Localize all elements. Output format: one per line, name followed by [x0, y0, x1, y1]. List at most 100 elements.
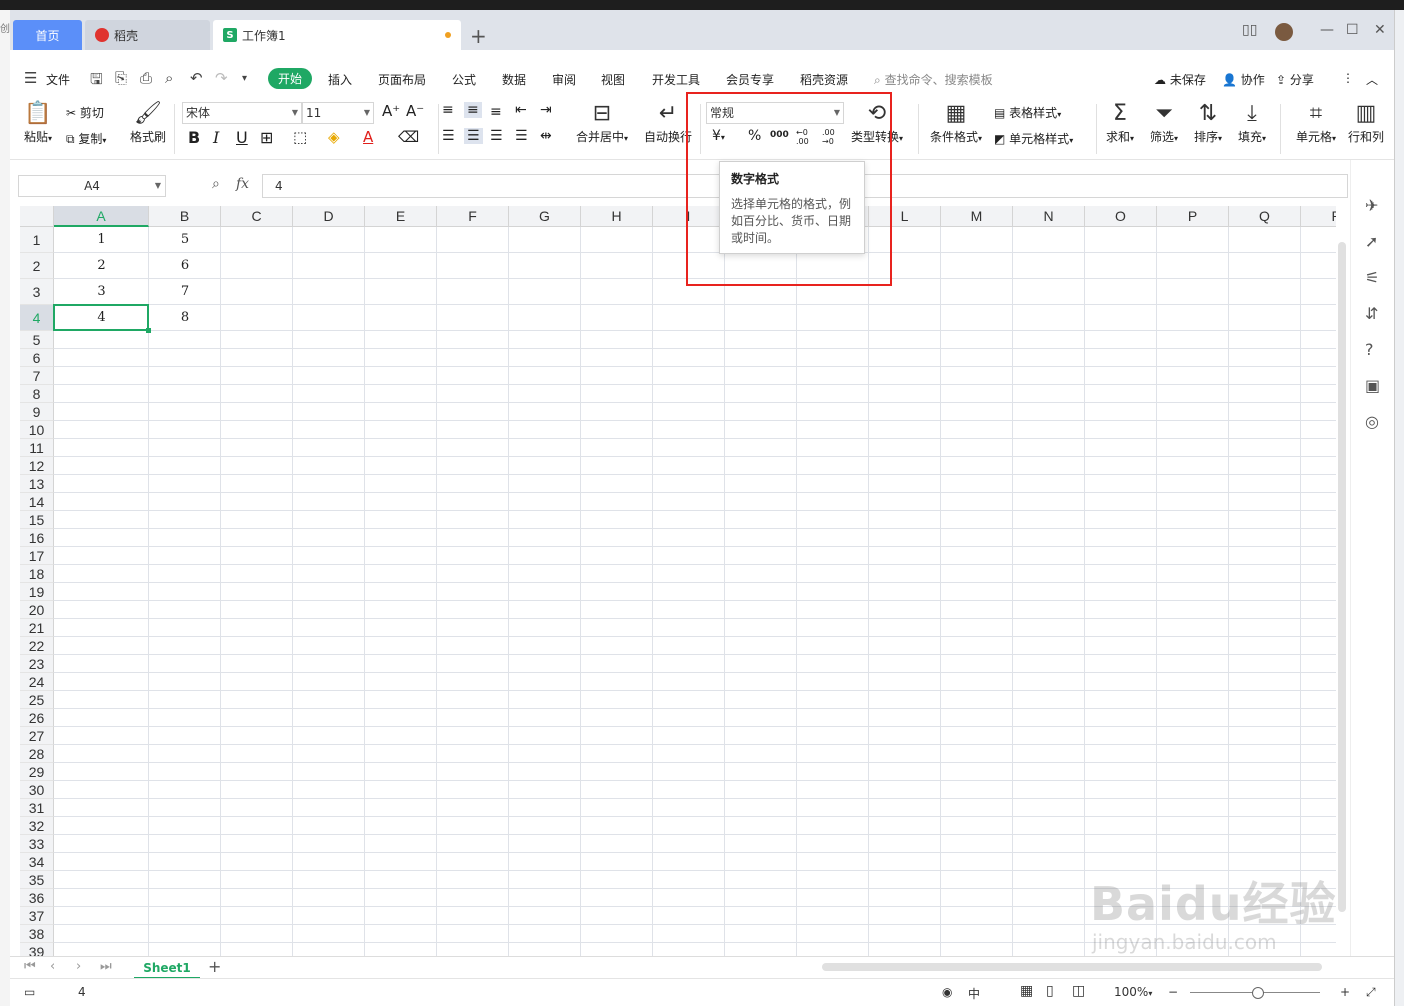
row-header-37[interactable]: 37 — [20, 907, 54, 925]
vertical-scroll-thumb[interactable] — [1338, 242, 1346, 912]
row-header-2[interactable]: 2 — [20, 253, 54, 279]
cell-button[interactable]: ⌗ 单元格▾ — [1290, 100, 1342, 145]
underline-icon[interactable]: U — [236, 128, 248, 147]
menu-member[interactable]: 会员专享 — [726, 71, 774, 88]
column-header-p[interactable]: P — [1157, 206, 1229, 227]
vertical-scrollbar[interactable] — [1336, 206, 1348, 956]
row-header-35[interactable]: 35 — [20, 871, 54, 889]
cell-b2[interactable]: 6 — [149, 253, 221, 279]
row-header-16[interactable]: 16 — [20, 529, 54, 547]
type-convert-button[interactable]: ⟲ 类型转换▾ — [846, 100, 908, 145]
zoom-in-icon[interactable]: + — [1340, 985, 1350, 999]
share-button[interactable]: ⇪ 分享 — [1276, 71, 1314, 88]
zoom-level[interactable]: 100%▾ — [1114, 985, 1152, 999]
increase-decimal-icon[interactable]: ←0 .00 — [796, 128, 814, 146]
percent-icon[interactable]: % — [748, 128, 761, 144]
tab-docer[interactable]: 稻壳 — [85, 20, 210, 50]
last-sheet-icon[interactable]: ⏭ — [100, 959, 112, 974]
cut-button[interactable]: ✂ 剪切 — [66, 104, 104, 121]
row-header-34[interactable]: 34 — [20, 853, 54, 871]
decrease-font-icon[interactable]: A⁻ — [406, 102, 424, 120]
row-header-20[interactable]: 20 — [20, 601, 54, 619]
row-header-24[interactable]: 24 — [20, 673, 54, 691]
cell-style-button[interactable]: ◩ 单元格样式▾ — [994, 130, 1073, 147]
menu-file[interactable]: 文件 — [46, 71, 70, 88]
row-header-25[interactable]: 25 — [20, 691, 54, 709]
row-header-3[interactable]: 3 — [20, 279, 54, 305]
align-right-icon[interactable]: ☰ — [490, 128, 503, 144]
row-header-21[interactable]: 21 — [20, 619, 54, 637]
menu-formulas[interactable]: 公式 — [452, 71, 476, 88]
row-header-18[interactable]: 18 — [20, 565, 54, 583]
row-header-26[interactable]: 26 — [20, 709, 54, 727]
row-header-12[interactable]: 12 — [20, 457, 54, 475]
italic-icon[interactable]: I — [213, 128, 219, 147]
cell-b1[interactable]: 5 — [149, 227, 221, 253]
column-header-h[interactable]: H — [581, 206, 653, 227]
select-all-corner[interactable] — [20, 206, 54, 227]
row-header-14[interactable]: 14 — [20, 493, 54, 511]
plugin-icon[interactable]: ◎ — [1365, 412, 1379, 431]
row-header-5[interactable]: 5 — [20, 331, 54, 349]
merge-center-button[interactable]: ⊟ 合并居中▾ — [570, 100, 634, 145]
spreadsheet-grid[interactable]: ABCDEFGHIJKLMNOPQR1234567891011121314151… — [20, 206, 1336, 956]
column-header-g[interactable]: G — [509, 206, 581, 227]
number-format-select[interactable]: 常规 ▼ — [706, 102, 844, 124]
command-search[interactable]: ⌕ 查找命令、搜索模板 — [874, 71, 993, 88]
row-header-10[interactable]: 10 — [20, 421, 54, 439]
row-header-9[interactable]: 9 — [20, 403, 54, 421]
unsaved-button[interactable]: ☁ 未保存 — [1154, 71, 1206, 88]
menu-page-layout[interactable]: 页面布局 — [378, 71, 426, 88]
paste-button[interactable]: 📋 粘贴▾ — [20, 100, 56, 145]
align-bottom-icon[interactable]: ≡ — [490, 104, 502, 120]
column-header-l[interactable]: L — [869, 206, 941, 227]
hamburger-icon[interactable]: ☰ — [24, 69, 37, 87]
sort-button[interactable]: ⇅ 排序▾ — [1190, 100, 1226, 145]
column-header-i[interactable]: I — [653, 206, 725, 227]
row-header-28[interactable]: 28 — [20, 745, 54, 763]
page-break-view-icon[interactable]: ◫ — [1072, 983, 1085, 999]
collapse-ribbon-icon[interactable]: ︿ — [1366, 71, 1378, 88]
quick-access-more-icon[interactable]: ▾ — [242, 73, 247, 84]
decrease-indent-icon[interactable]: ⇤ — [515, 102, 527, 118]
sheet-tab-sheet1[interactable]: Sheet1 — [134, 957, 200, 979]
name-box[interactable]: A4 ▼ — [18, 175, 166, 197]
menu-docer-resources[interactable]: 稻壳资源 — [800, 71, 848, 88]
fullscreen-icon[interactable]: ⤢ — [1366, 985, 1376, 1000]
cell-a3[interactable]: 3 — [54, 279, 149, 305]
column-header-c[interactable]: C — [221, 206, 293, 227]
print-icon[interactable]: ⎙ — [140, 69, 152, 87]
cell-fill-pattern-icon[interactable]: ⬚ — [293, 128, 307, 146]
row-col-button[interactable]: ▥ 行和列 — [1346, 100, 1386, 145]
cell-b3[interactable]: 7 — [149, 279, 221, 305]
format-painter-button[interactable]: 🖌 格式刷 — [128, 100, 168, 145]
row-header-31[interactable]: 31 — [20, 799, 54, 817]
row-header-33[interactable]: 33 — [20, 835, 54, 853]
row-header-39[interactable]: 39 — [20, 943, 54, 956]
table-style-button[interactable]: ▤ 表格样式▾ — [994, 104, 1061, 121]
column-header-d[interactable]: D — [293, 206, 365, 227]
distribute-icon[interactable]: ⇹ — [540, 128, 552, 144]
eye-protect-icon[interactable]: ◉ — [942, 985, 952, 999]
row-header-1[interactable]: 1 — [20, 227, 54, 253]
row-header-13[interactable]: 13 — [20, 475, 54, 493]
font-color-icon[interactable]: A — [363, 128, 373, 146]
maximize-button[interactable]: ☐ — [1346, 22, 1359, 38]
justify-icon[interactable]: ☰ — [515, 128, 528, 144]
minimize-button[interactable]: — — [1320, 22, 1334, 38]
font-size-select[interactable]: 11 ▼ — [302, 102, 374, 124]
row-header-23[interactable]: 23 — [20, 655, 54, 673]
row-header-7[interactable]: 7 — [20, 367, 54, 385]
row-header-30[interactable]: 30 — [20, 781, 54, 799]
rocket-icon[interactable]: ✈ — [1365, 196, 1378, 215]
cell-b4[interactable]: 8 — [149, 305, 221, 331]
currency-icon[interactable]: ¥▾ — [712, 128, 725, 144]
column-header-n[interactable]: N — [1013, 206, 1085, 227]
row-header-4[interactable]: 4 — [20, 305, 54, 331]
prev-sheet-icon[interactable]: ‹ — [50, 959, 55, 974]
zoom-out-icon[interactable]: − — [1168, 985, 1178, 999]
cell-a1[interactable]: 1 — [54, 227, 149, 253]
fill-color-icon[interactable]: ◈ — [328, 128, 340, 146]
menu-view[interactable]: 视图 — [601, 71, 625, 88]
increase-indent-icon[interactable]: ⇥ — [540, 102, 552, 118]
